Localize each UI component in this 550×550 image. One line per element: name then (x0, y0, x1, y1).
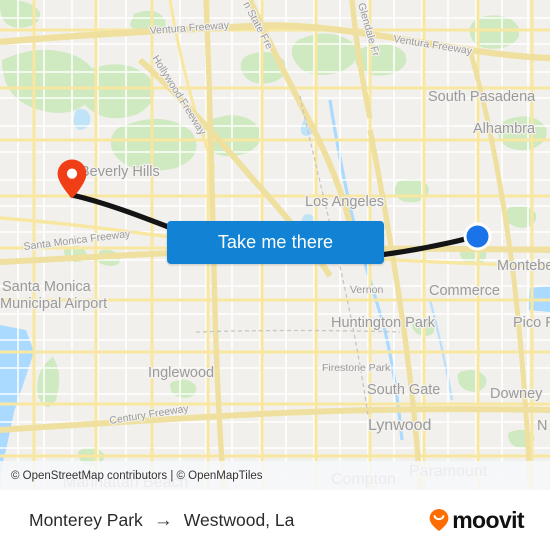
trip-destination-label: Westwood, La (183, 509, 295, 530)
map-label-south-pasadena: South Pasadena (428, 89, 536, 105)
map-label-vernon: Vernon (350, 284, 383, 296)
map-canvas[interactable]: Ventura Freeway Hollywood Freeway n State … (0, 0, 550, 490)
attribution-text[interactable]: © OpenStreetMap contributors | © OpenMap… (11, 470, 263, 482)
moovit-wordmark: moovit (452, 506, 524, 533)
map-label-south-gate: South Gate (367, 382, 440, 398)
map-label-lynwood: Lynwood (368, 417, 431, 434)
map-label-beverly-hills: Beverly Hills (80, 164, 160, 180)
map-label-norwalk: N (537, 418, 547, 434)
map-label-montebello: Montebe (497, 258, 550, 274)
map-label-santa-monica-airport-2: Municipal Airport (0, 296, 107, 312)
moovit-pin-icon (429, 509, 449, 531)
moovit-logo[interactable]: moovit (428, 506, 525, 533)
origin-pin-icon[interactable] (56, 158, 88, 200)
map-label-firestone-park: Firestone Park (322, 362, 391, 374)
take-me-there-label: Take me there (217, 232, 334, 252)
map-label-downey: Downey (490, 386, 543, 402)
map-label-pico-rivera: Pico R (513, 315, 550, 331)
trip-origin-label: Monterey Park (29, 509, 143, 530)
arrow-right-icon: → (153, 509, 173, 531)
map-label-alhambra: Alhambra (473, 121, 536, 137)
map-label-huntington-park: Huntington Park (331, 315, 436, 331)
trip-summary: Monterey Park → Westwood, La (29, 510, 294, 531)
map-attribution-bar: © OpenStreetMap contributors | © OpenMap… (0, 461, 550, 490)
map-label-santa-monica-airport: Santa Monica (2, 279, 92, 295)
map-label-los-angeles: Los Angeles (305, 194, 384, 210)
footer-bar: Monterey Park → Westwood, La moovit (0, 490, 550, 550)
map-label-commerce: Commerce (429, 283, 500, 299)
take-me-there-button[interactable]: Take me there (167, 221, 384, 264)
map-label-inglewood: Inglewood (148, 365, 214, 381)
destination-dot-icon[interactable] (462, 221, 493, 252)
map-trip-card: Ventura Freeway Hollywood Freeway n State … (0, 0, 550, 550)
